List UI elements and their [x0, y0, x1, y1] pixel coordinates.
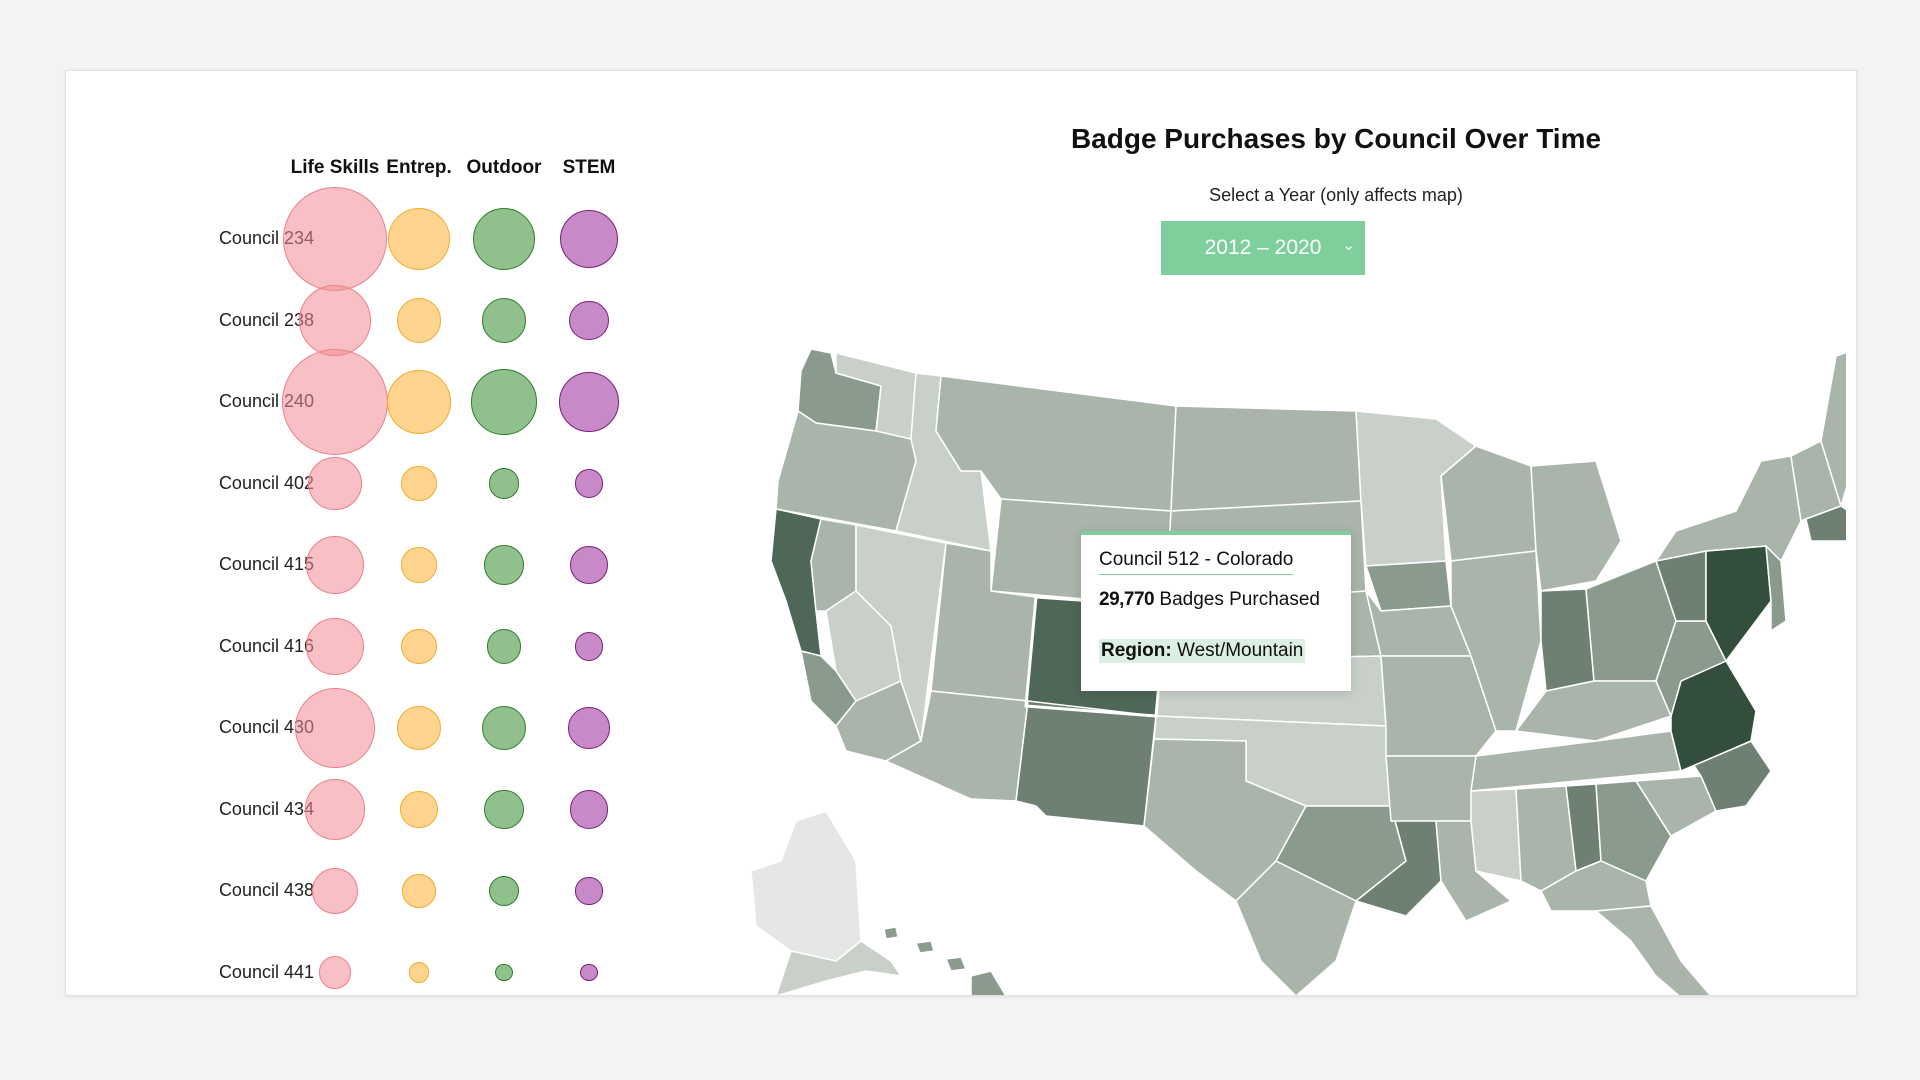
bubble-outdoor-row-10[interactable] [495, 963, 513, 982]
bubble-stem-row-5[interactable] [570, 546, 608, 584]
row-label-council-402: Council 402 [218, 472, 314, 493]
tooltip-region-label: Region: [1101, 640, 1172, 661]
bubble-life-skills-row-10[interactable] [318, 956, 352, 989]
bubble-life-skills-row-5[interactable] [305, 535, 365, 595]
bubble-stem-row-10[interactable] [580, 963, 598, 982]
row-label-council-434: Council 434 [218, 798, 314, 819]
bubble-life-skills-row-2[interactable] [299, 284, 371, 357]
map-region-alaska[interactable] [750, 810, 862, 962]
bubble-life-skills-row-9[interactable] [311, 867, 359, 915]
bubble-outdoor-row-7[interactable] [481, 705, 527, 751]
dashboard-card: Life Skills Entrep. Outdoor STEM Council… [65, 70, 1857, 996]
year-select-value: 2012 – 2020 [1204, 236, 1322, 259]
bubble-outdoor-row-9[interactable] [488, 875, 520, 907]
map-region-hawaii-oahu[interactable] [915, 940, 935, 954]
map-region-alabama[interactable] [1515, 785, 1577, 892]
map-region-wisconsin[interactable] [1440, 445, 1537, 562]
bubble-stem-row-2[interactable] [569, 300, 609, 341]
map-title: Badge Purchases by Council Over Time [1070, 123, 1602, 154]
row-label-council-416: Council 416 [218, 635, 314, 656]
bubble-entrep-row-10[interactable] [408, 962, 430, 983]
bubble-entrep-row-1[interactable] [387, 207, 451, 271]
row-label-council-238: Council 238 [218, 309, 314, 330]
tooltip-count-suffix: Badges Purchased [1159, 589, 1320, 610]
map-region-north-dakota[interactable] [1170, 405, 1362, 512]
bubble-life-skills-row-3[interactable] [281, 348, 389, 456]
tooltip-count-value: 29,770 [1099, 589, 1155, 610]
map-region-hawaii-kauai[interactable] [883, 926, 899, 940]
bubble-outdoor-row-1[interactable] [472, 207, 536, 271]
bubble-outdoor-row-3[interactable] [471, 369, 537, 435]
bubble-entrep-row-7[interactable] [397, 706, 441, 750]
row-label-council-441: Council 441 [218, 961, 314, 982]
bubble-entrep-row-9[interactable] [402, 874, 436, 908]
bubble-entrep-row-5[interactable] [401, 547, 437, 583]
bubble-life-skills-row-6[interactable] [306, 617, 364, 676]
bubble-entrep-row-3[interactable] [386, 369, 452, 435]
map-region-arkansas[interactable] [1385, 755, 1477, 822]
tooltip-badge-count: 29,770 Badges Purchased [1099, 589, 1333, 611]
chevron-down-icon: ⌄ [1342, 237, 1355, 254]
row-label-council-415: Council 415 [218, 554, 314, 574]
bubble-stem-row-7[interactable] [568, 707, 610, 749]
map-region-hawaii-big[interactable] [970, 970, 1007, 996]
map-region-kentucky[interactable] [1515, 680, 1672, 742]
map-region-indiana[interactable] [1540, 588, 1595, 692]
bubble-life-skills-row-7[interactable] [294, 687, 376, 769]
bubble-entrep-row-6[interactable] [401, 628, 437, 665]
map-region-florida[interactable] [1595, 905, 1712, 996]
row-label-council-430: Council 430 [218, 717, 314, 737]
map-tooltip: Council 512 - Colorado 29,770 Badges Pur… [1081, 531, 1351, 691]
bubble-stem-row-1[interactable] [559, 209, 619, 269]
bubble-outdoor-row-4[interactable] [488, 468, 520, 499]
map-region-michigan[interactable] [1530, 460, 1622, 592]
bubble-outdoor-row-6[interactable] [486, 629, 522, 664]
tooltip-region-value: West/Mountain [1177, 640, 1304, 661]
map-region-mississippi[interactable] [1470, 788, 1522, 882]
bubble-stem-row-4[interactable] [574, 469, 604, 498]
map-region-hawaii-maui[interactable] [945, 956, 967, 972]
bubble-matrix: Life Skills Entrep. Outdoor STEM Council… [66, 71, 716, 995]
map-region-mn-south[interactable] [1365, 560, 1452, 612]
bubble-entrep-row-2[interactable] [396, 298, 442, 343]
tooltip-council-name: Council 512 - Colorado [1099, 549, 1294, 575]
bubble-stem-row-3[interactable] [558, 371, 620, 433]
map-region-new-mexico[interactable] [1015, 700, 1157, 827]
bubble-stem-row-9[interactable] [575, 877, 603, 905]
map-region-new-york[interactable] [1655, 455, 1802, 562]
row-label-council-438: Council 438 [218, 880, 314, 900]
bubble-stem-row-8[interactable] [569, 790, 609, 829]
column-header-stem: STEM [562, 157, 616, 178]
tooltip-region: Region: West/Mountain [1099, 639, 1306, 663]
bubble-outdoor-row-2[interactable] [481, 298, 527, 343]
year-select-label: Select a Year (only affects map) [1209, 185, 1463, 205]
bubble-life-skills-row-8[interactable] [304, 779, 366, 840]
bubble-entrep-row-8[interactable] [400, 790, 438, 829]
bubble-life-skills-row-1[interactable] [283, 187, 387, 291]
bubble-outdoor-row-5[interactable] [484, 545, 524, 585]
bubble-entrep-row-4[interactable] [401, 465, 437, 502]
bubble-life-skills-row-4[interactable] [308, 456, 362, 510]
bubble-outdoor-row-8[interactable] [484, 789, 524, 830]
bubble-stem-row-6[interactable] [574, 632, 604, 661]
